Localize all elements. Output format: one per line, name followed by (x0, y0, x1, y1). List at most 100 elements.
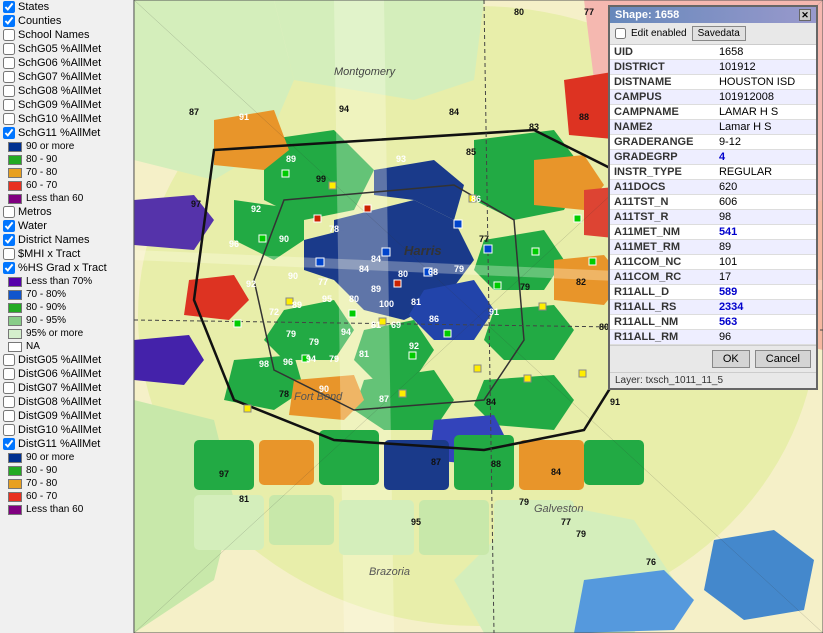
legend2-label-3: 90 - 95% (26, 315, 66, 326)
layer-distg11[interactable]: DistG11 %AllMet (0, 437, 133, 451)
layer-distg06[interactable]: DistG06 %AllMet (0, 367, 133, 381)
layer-schg11[interactable]: SchG11 %AllMet (0, 126, 133, 140)
layer-school-names[interactable]: School Names (0, 28, 133, 42)
layer-smhix[interactable]: $MHI x Tract (0, 247, 133, 261)
checkbox-schg05[interactable] (3, 43, 15, 55)
svg-text:91: 91 (610, 397, 620, 407)
layer-counties[interactable]: Counties (0, 14, 133, 28)
checkbox-schg09[interactable] (3, 99, 15, 111)
field-name-cell: NAME2 (610, 120, 715, 135)
checkbox-water[interactable] (3, 220, 15, 232)
layer-district-names[interactable]: District Names (0, 233, 133, 247)
svg-text:91: 91 (239, 112, 249, 122)
legend1-item-0: 90 or more (0, 140, 133, 153)
checkbox-distg11[interactable] (3, 438, 15, 450)
label-distg06: DistG06 %AllMet (18, 368, 101, 380)
svg-text:97: 97 (219, 469, 229, 479)
legend2-label-1: 70 - 80% (26, 289, 66, 300)
legend1-item-4: Less than 60 (0, 192, 133, 205)
svg-text:81: 81 (359, 349, 369, 359)
field-value-cell: 4 (715, 150, 816, 165)
svg-text:69: 69 (391, 320, 401, 330)
layer-distg09[interactable]: DistG09 %AllMet (0, 409, 133, 423)
label-district-names: District Names (18, 234, 90, 246)
layer-water[interactable]: Water (0, 219, 133, 233)
svg-text:Galveston: Galveston (534, 503, 584, 515)
layer-schg08[interactable]: SchG08 %AllMet (0, 84, 133, 98)
checkbox-distg07[interactable] (3, 382, 15, 394)
map-area[interactable]: Montgomery Harris Fort Bend Galveston Br… (134, 0, 823, 633)
checkbox-schg11[interactable] (3, 127, 15, 139)
checkbox-distg09[interactable] (3, 410, 15, 422)
cancel-button[interactable]: Cancel (755, 350, 811, 368)
legend1-color-3 (8, 181, 22, 191)
legend1-color-4 (8, 194, 22, 204)
checkbox-schg08[interactable] (3, 85, 15, 97)
checkbox-distg08[interactable] (3, 396, 15, 408)
legend3-color-0 (8, 453, 22, 463)
checkbox-district-names[interactable] (3, 234, 15, 246)
checkbox-counties[interactable] (3, 15, 15, 27)
svg-text:82: 82 (576, 277, 586, 287)
layer-schg05[interactable]: SchG05 %AllMet (0, 42, 133, 56)
layer-metros[interactable]: Metros (0, 205, 133, 219)
svg-text:81: 81 (411, 297, 421, 307)
layer-schg07[interactable]: SchG07 %AllMet (0, 70, 133, 84)
svg-text:84: 84 (359, 264, 369, 274)
layer-distg07[interactable]: DistG07 %AllMet (0, 381, 133, 395)
label-distg09: DistG09 %AllMet (18, 410, 101, 422)
shape-panel: Shape: 1658 ✕ Edit enabled Savedata UID1… (608, 5, 818, 390)
layer-distg05[interactable]: DistG05 %AllMet (0, 353, 133, 367)
checkbox-smhix[interactable] (3, 248, 15, 260)
label-school-names: School Names (18, 29, 90, 41)
svg-text:79: 79 (454, 264, 464, 274)
svg-text:87: 87 (189, 107, 199, 117)
field-name-cell: UID (610, 45, 715, 60)
layer-name-text: Layer: txsch_1011_11_5 (615, 375, 723, 386)
legend3-label-2: 70 - 80 (26, 478, 57, 489)
shape-panel-close[interactable]: ✕ (799, 9, 811, 21)
savedata-button[interactable]: Savedata (692, 26, 746, 41)
label-distg05: DistG05 %AllMet (18, 354, 101, 366)
checkbox-school-names[interactable] (3, 29, 15, 41)
svg-text:89: 89 (286, 154, 296, 164)
checkbox-distg10[interactable] (3, 424, 15, 436)
layer-schg09[interactable]: SchG09 %AllMet (0, 98, 133, 112)
table-row: A11TST_N606 (610, 195, 816, 210)
layer-states[interactable]: States (0, 0, 133, 14)
layer-distg10[interactable]: DistG10 %AllMet (0, 423, 133, 437)
legend3-label-1: 80 - 90 (26, 465, 57, 476)
table-row: A11DOCS620 (610, 180, 816, 195)
ok-button[interactable]: OK (712, 350, 750, 368)
layer-pct-hs[interactable]: %HS Grad x Tract (0, 261, 133, 275)
table-row: CAMPUS101912008 (610, 90, 816, 105)
svg-text:98: 98 (259, 359, 269, 369)
legend2-label-5: NA (26, 341, 40, 352)
shape-panel-title: Shape: 1658 ✕ (610, 7, 816, 23)
field-value-cell: 101 (715, 255, 816, 270)
layer-distg08[interactable]: DistG08 %AllMet (0, 395, 133, 409)
svg-text:90: 90 (288, 271, 298, 281)
checkbox-metros[interactable] (3, 206, 15, 218)
layer-schg10[interactable]: SchG10 %AllMet (0, 112, 133, 126)
svg-text:92: 92 (409, 341, 419, 351)
checkbox-schg06[interactable] (3, 57, 15, 69)
edit-enabled-checkbox[interactable] (615, 28, 626, 39)
table-row: INSTR_TYPEREGULAR (610, 165, 816, 180)
checkbox-distg05[interactable] (3, 354, 15, 366)
legend2-item-1: 70 - 80% (0, 288, 133, 301)
checkbox-pct-hs[interactable] (3, 262, 15, 274)
svg-text:79: 79 (520, 282, 530, 292)
left-panel: States Counties School Names SchG05 %All… (0, 0, 134, 633)
legend1-item-2: 70 - 80 (0, 166, 133, 179)
checkbox-schg10[interactable] (3, 113, 15, 125)
field-name-cell: R11ALL_NM (610, 315, 715, 330)
label-distg11: DistG11 %AllMet (18, 438, 100, 450)
field-name-cell: A11MET_NM (610, 225, 715, 240)
field-value-cell: REGULAR (715, 165, 816, 180)
checkbox-schg07[interactable] (3, 71, 15, 83)
checkbox-states[interactable] (3, 1, 15, 13)
layer-name-bar: Layer: txsch_1011_11_5 (610, 372, 816, 388)
layer-schg06[interactable]: SchG06 %AllMet (0, 56, 133, 70)
checkbox-distg06[interactable] (3, 368, 15, 380)
